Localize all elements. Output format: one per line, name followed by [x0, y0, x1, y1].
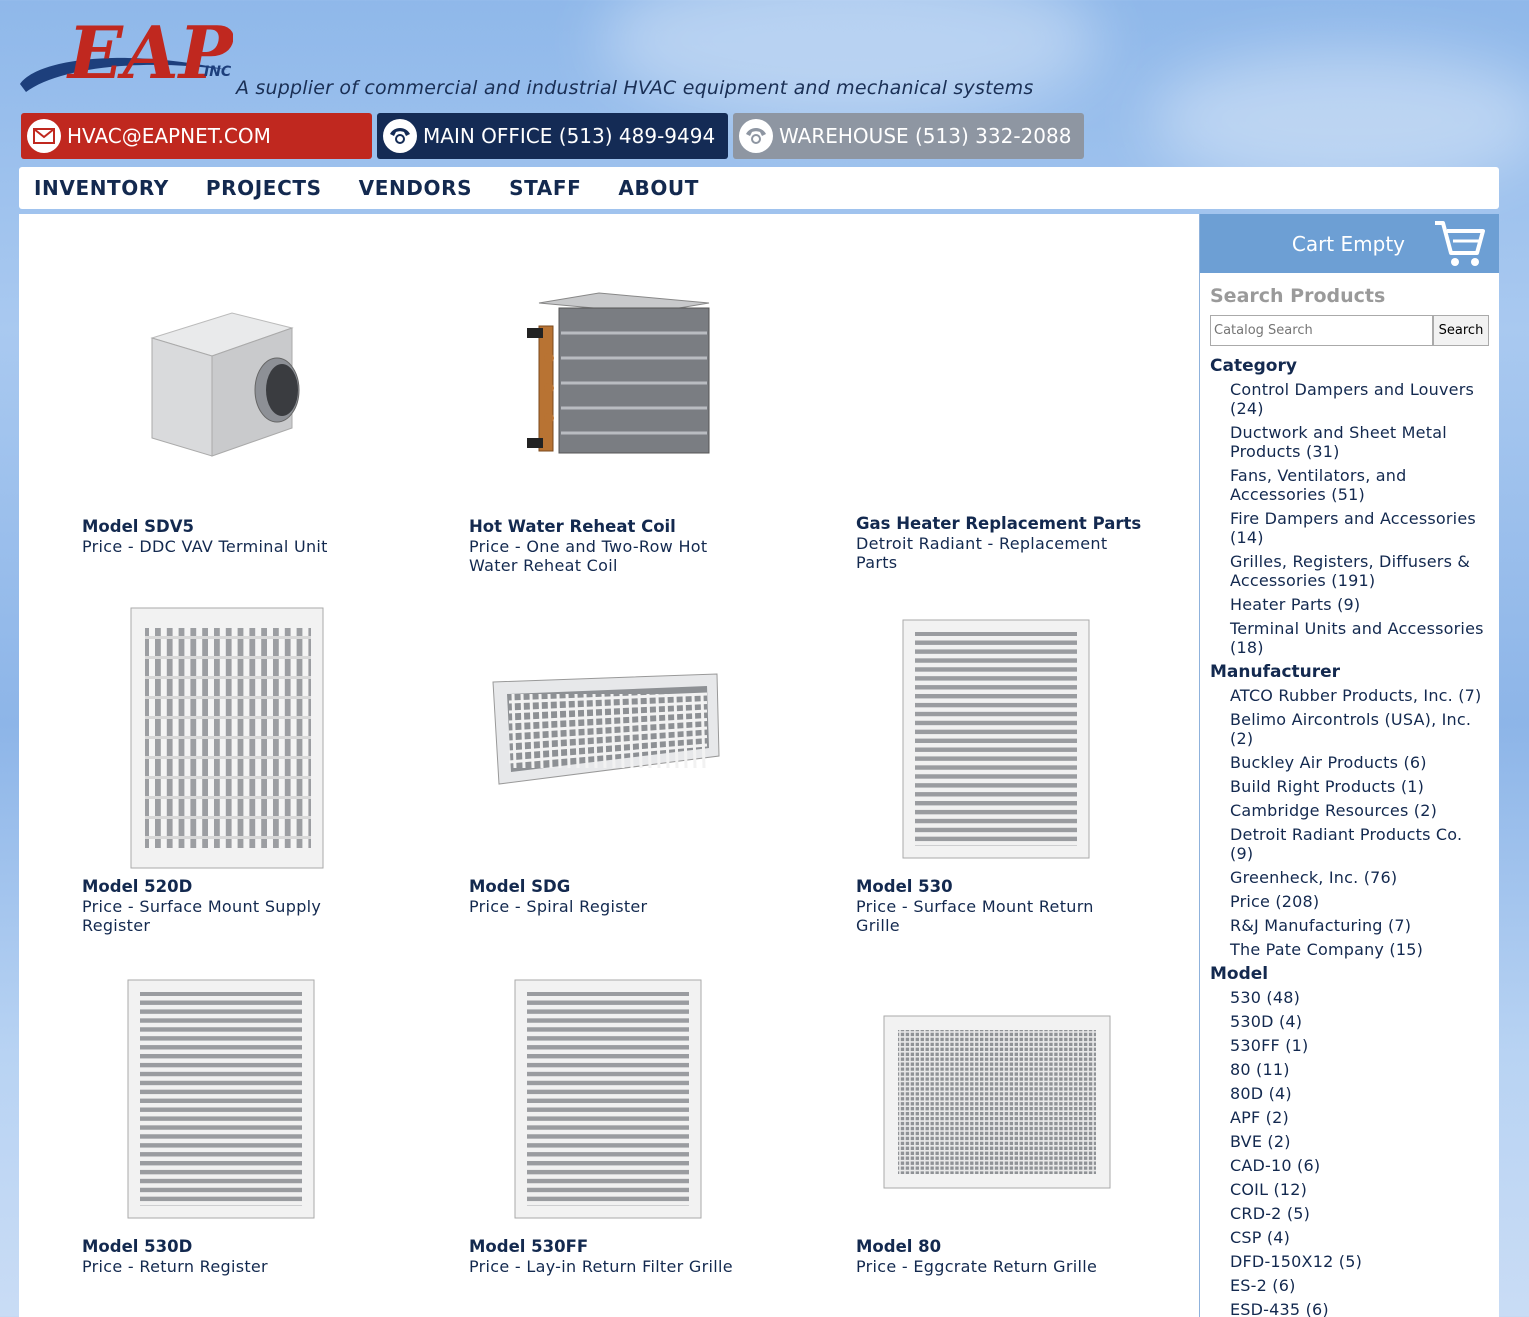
- category-link[interactable]: Control Dampers and Louvers (24): [1230, 380, 1490, 418]
- product-desc: Price - Return Register: [82, 1257, 268, 1276]
- product-desc: Price - One and Two-Row Hot Water Reheat…: [469, 537, 708, 575]
- manufacturer-link[interactable]: The Pate Company (15): [1230, 940, 1490, 959]
- eap-logo[interactable]: EAP INC: [18, 8, 233, 100]
- category-link[interactable]: Fire Dampers and Accessories (14): [1230, 509, 1490, 547]
- model-link[interactable]: ESD-435 (6): [1230, 1300, 1490, 1317]
- product-title[interactable]: Model 530D: [82, 1237, 192, 1256]
- product-title[interactable]: Model 80: [856, 1237, 941, 1256]
- nav-vendors[interactable]: VENDORS: [359, 176, 473, 200]
- model-link[interactable]: DFD-150X12 (5): [1230, 1252, 1490, 1271]
- manufacturer-link[interactable]: Greenheck, Inc. (76): [1230, 868, 1490, 887]
- manufacturer-link[interactable]: Cambridge Resources (2): [1230, 801, 1490, 820]
- category-heading: Category: [1210, 356, 1297, 376]
- model-link[interactable]: 530D (4): [1230, 1012, 1490, 1031]
- spiral-register-icon: [492, 673, 720, 785]
- category-link[interactable]: Fans, Ventilators, and Accessories (51): [1230, 466, 1490, 504]
- product-title[interactable]: Hot Water Reheat Coil: [469, 517, 676, 536]
- return-grille-icon: [902, 619, 1090, 859]
- product-title[interactable]: Model 530: [856, 877, 953, 896]
- search-button[interactable]: Search: [1433, 315, 1489, 346]
- nav-about[interactable]: ABOUT: [618, 176, 699, 200]
- product-desc: Price - Spiral Register: [469, 897, 648, 916]
- main-office-label: MAIN OFFICE (513) 489-9494: [423, 124, 716, 148]
- main-nav: INVENTORY PROJECTS VENDORS STAFF ABOUT: [19, 167, 1499, 209]
- cart-icon: [1435, 220, 1485, 266]
- product-grid: Model SDV5 Price - DDC VAV Terminal Unit…: [19, 214, 1199, 1317]
- model-heading: Model: [1210, 964, 1269, 984]
- model-link[interactable]: COIL (12): [1230, 1180, 1490, 1199]
- product-desc: Price - Surface Mount Return Grille: [856, 897, 1094, 935]
- sidebar: Cart Empty Search Products Search Catego…: [1199, 214, 1499, 1317]
- model-link[interactable]: 530 (48): [1230, 988, 1490, 1007]
- cart-label: Cart Empty: [1291, 231, 1405, 256]
- category-link[interactable]: Terminal Units and Accessories (18): [1230, 619, 1490, 657]
- model-link[interactable]: CAD-10 (6): [1230, 1156, 1490, 1175]
- search-heading: Search Products: [1210, 285, 1386, 307]
- reheat-coil-icon: [527, 292, 710, 454]
- category-link[interactable]: Ductwork and Sheet Metal Products (31): [1230, 423, 1490, 461]
- vav-terminal-unit-icon: [150, 312, 300, 457]
- nav-staff[interactable]: STAFF: [509, 176, 581, 200]
- model-link[interactable]: CRD-2 (5): [1230, 1204, 1490, 1223]
- product-desc: Price - Surface Mount Supply Register: [82, 897, 322, 935]
- tagline: A supplier of commercial and industrial …: [236, 77, 1034, 99]
- eggcrate-grille-icon: [883, 1015, 1111, 1189]
- phone-icon: [739, 119, 773, 153]
- nav-inventory[interactable]: INVENTORY: [34, 176, 169, 200]
- product-title[interactable]: Model SDV5: [82, 517, 194, 536]
- logo-text: EAP: [66, 10, 233, 95]
- email-label: HVAC@EAPNET.COM: [67, 124, 271, 148]
- product-desc: Price - Eggcrate Return Grille: [856, 1257, 1098, 1276]
- phone-icon: [383, 119, 417, 153]
- return-register-icon: [127, 979, 315, 1219]
- manufacturer-link[interactable]: R&J Manufacturing (7): [1230, 916, 1490, 935]
- logo-sub: INC: [204, 64, 232, 80]
- manufacturer-link[interactable]: Price (208): [1230, 892, 1490, 911]
- product-title[interactable]: Model 520D: [82, 877, 192, 896]
- model-link[interactable]: CSP (4): [1230, 1228, 1490, 1247]
- model-link[interactable]: BVE (2): [1230, 1132, 1490, 1151]
- warehouse-button[interactable]: WAREHOUSE (513) 332-2088: [733, 113, 1084, 159]
- product-desc: Price - Lay-in Return Filter Grille: [469, 1257, 733, 1276]
- product-title[interactable]: Gas Heater Replacement Parts: [856, 514, 1141, 533]
- manufacturer-link[interactable]: ATCO Rubber Products, Inc. (7): [1230, 686, 1490, 705]
- manufacturer-heading: Manufacturer: [1210, 662, 1341, 682]
- product-desc: Price - DDC VAV Terminal Unit: [82, 537, 328, 556]
- manufacturer-link[interactable]: Detroit Radiant Products Co. (9): [1230, 825, 1490, 863]
- product-title[interactable]: Model 530FF: [469, 1237, 588, 1256]
- email-button[interactable]: HVAC@EAPNET.COM: [21, 113, 372, 159]
- category-link[interactable]: Grilles, Registers, Diffusers & Accessor…: [1230, 552, 1490, 590]
- main-office-button[interactable]: MAIN OFFICE (513) 489-9494: [377, 113, 728, 159]
- cart-button[interactable]: Cart Empty: [1200, 214, 1499, 273]
- supply-register-icon: [130, 607, 324, 869]
- manufacturer-link[interactable]: Belimo Aircontrols (USA), Inc. (2): [1230, 710, 1490, 748]
- envelope-icon: [27, 119, 61, 153]
- category-link[interactable]: Heater Parts (9): [1230, 595, 1490, 614]
- nav-projects[interactable]: PROJECTS: [206, 176, 322, 200]
- model-link[interactable]: 80 (11): [1230, 1060, 1490, 1079]
- category-list: Control Dampers and Louvers (24) Ductwork…: [1230, 380, 1499, 657]
- model-link[interactable]: APF (2): [1230, 1108, 1490, 1127]
- model-link[interactable]: 80D (4): [1230, 1084, 1490, 1103]
- catalog-search-input[interactable]: [1210, 315, 1433, 346]
- product-title[interactable]: Model SDG: [469, 877, 570, 896]
- filter-grille-icon: [514, 979, 702, 1219]
- product-desc: Detroit Radiant - Replacement Parts: [856, 534, 1108, 572]
- model-list: 530 (48) 530D (4) 530FF (1) 80 (11) 80D (4) A…: [1230, 988, 1499, 1317]
- warehouse-label: WAREHOUSE (513) 332-2088: [779, 124, 1072, 148]
- manufacturer-link[interactable]: Buckley Air Products (6): [1230, 753, 1490, 772]
- model-link[interactable]: 530FF (1): [1230, 1036, 1490, 1055]
- manufacturer-list: ATCO Rubber Products, Inc. (7) Belimo Air…: [1230, 686, 1499, 959]
- manufacturer-link[interactable]: Build Right Products (1): [1230, 777, 1490, 796]
- model-link[interactable]: ES-2 (6): [1230, 1276, 1490, 1295]
